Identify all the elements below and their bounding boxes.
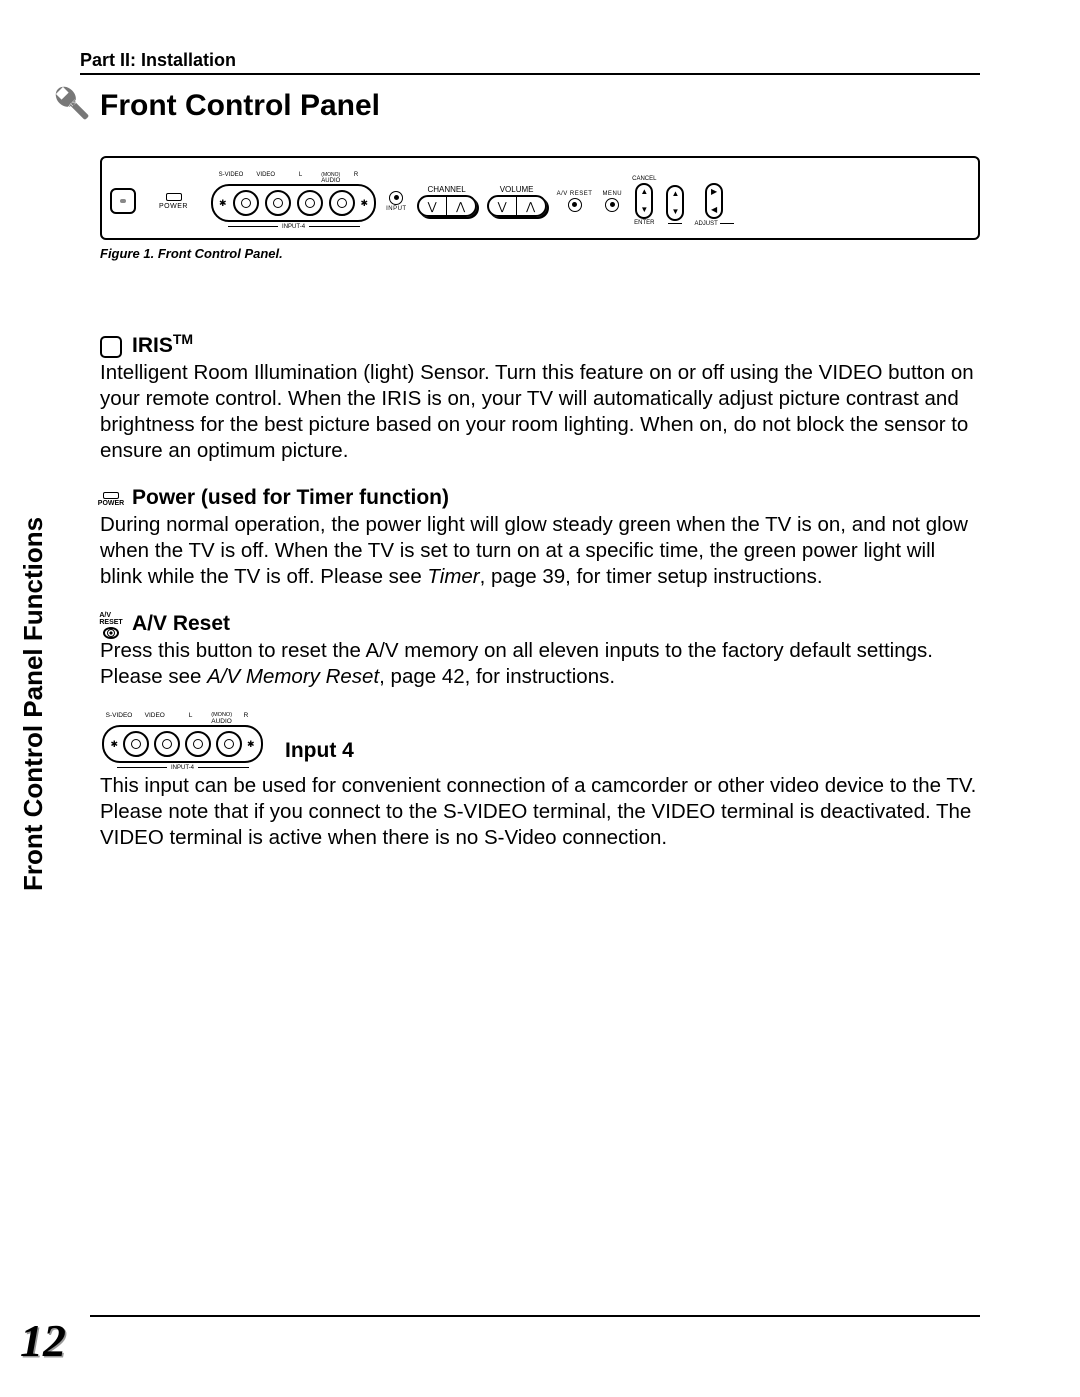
input-label: INPUT <box>386 206 407 212</box>
wrench-icon: MITSUBISHI <box>50 81 100 131</box>
page-number: 12 <box>20 1314 66 1367</box>
audio-r-jack-icon <box>329 190 355 216</box>
page-title: Front Control Panel <box>100 89 380 123</box>
avreset-label: A/V RESET <box>557 191 593 197</box>
screw-icon: ✱ <box>361 198 369 209</box>
input-button-icon <box>389 191 403 205</box>
video-label: VIDEO <box>252 172 280 184</box>
cancel-enter-pill-icon: ▲▼ <box>635 183 653 219</box>
input4-heading: Input 4 <box>285 739 354 763</box>
volume-rocker-icon: ⋁⋀ <box>487 195 547 217</box>
input4-jack-diagram: S-VIDEO VIDEO L (MONO)AUDIO R ✱ ✱ <box>100 712 265 771</box>
channel-label: CHANNEL <box>427 185 465 194</box>
adjust-right-pill-icon: ▶◀ <box>705 183 723 219</box>
section-input4: S-VIDEO VIDEO L (MONO)AUDIO R ✱ ✱ <box>100 712 980 851</box>
adjust-up-pill-icon: ▲▼ <box>666 185 684 221</box>
figure-caption: Figure 1. Front Control Panel. <box>100 246 980 261</box>
audio-l-jack-icon <box>297 190 323 216</box>
power-heading-icon: POWER <box>100 488 122 510</box>
avreset-button-icon <box>568 198 582 212</box>
menu-button-icon <box>605 198 619 212</box>
power-body: During normal operation, the power light… <box>100 512 980 590</box>
input4-body: This input can be used for convenient co… <box>100 773 980 851</box>
avreset-body: Press this button to reset the A/V memor… <box>100 638 980 690</box>
header-rule <box>80 73 980 75</box>
audio-l-label: L <box>299 172 302 178</box>
part-header: Part II: Installation <box>80 50 980 71</box>
section-power: POWER Power (used for Timer function) Du… <box>100 486 980 590</box>
power-led-icon <box>166 193 182 201</box>
input4-label: INPUT-4 <box>282 224 305 230</box>
iris-heading: IRIS <box>132 334 173 357</box>
enter-label: ENTER <box>634 220 654 226</box>
iris-icon <box>100 336 122 358</box>
adjust-label: ADJUST <box>694 221 717 227</box>
avreset-heading: A/V Reset <box>132 612 230 636</box>
side-label: Front Control Panel Functions <box>18 517 49 891</box>
front-panel-diagram: POWER S-VIDEO VIDEO L (MONO)AUDIO R ✱ ✱ … <box>100 156 980 240</box>
menu-label: MENU <box>602 191 622 197</box>
section-avreset: A/V RESET A/V Reset Press this button to… <box>100 612 980 690</box>
screw-icon: ✱ <box>219 198 227 209</box>
audio-r-label: R <box>342 172 370 184</box>
iris-body: Intelligent Room Illumination (light) Se… <box>100 360 980 464</box>
channel-rocker-icon: ⋁⋀ <box>417 195 477 217</box>
power-label: POWER <box>159 203 188 210</box>
cancel-label: CANCEL <box>632 176 656 182</box>
video-jack-icon <box>265 190 291 216</box>
svideo-jack-icon <box>233 190 259 216</box>
volume-label: VOLUME <box>500 185 534 194</box>
iris-sensor-icon <box>110 188 136 214</box>
avreset-heading-icon: A/V RESET <box>100 614 122 636</box>
power-heading: Power (used for Timer function) <box>132 486 449 510</box>
svideo-label: S-VIDEO <box>217 172 245 184</box>
iris-tm: TM <box>173 331 193 347</box>
section-iris: IRISTM Intelligent Room Illumination (li… <box>100 331 980 464</box>
footer-rule <box>90 1315 980 1317</box>
